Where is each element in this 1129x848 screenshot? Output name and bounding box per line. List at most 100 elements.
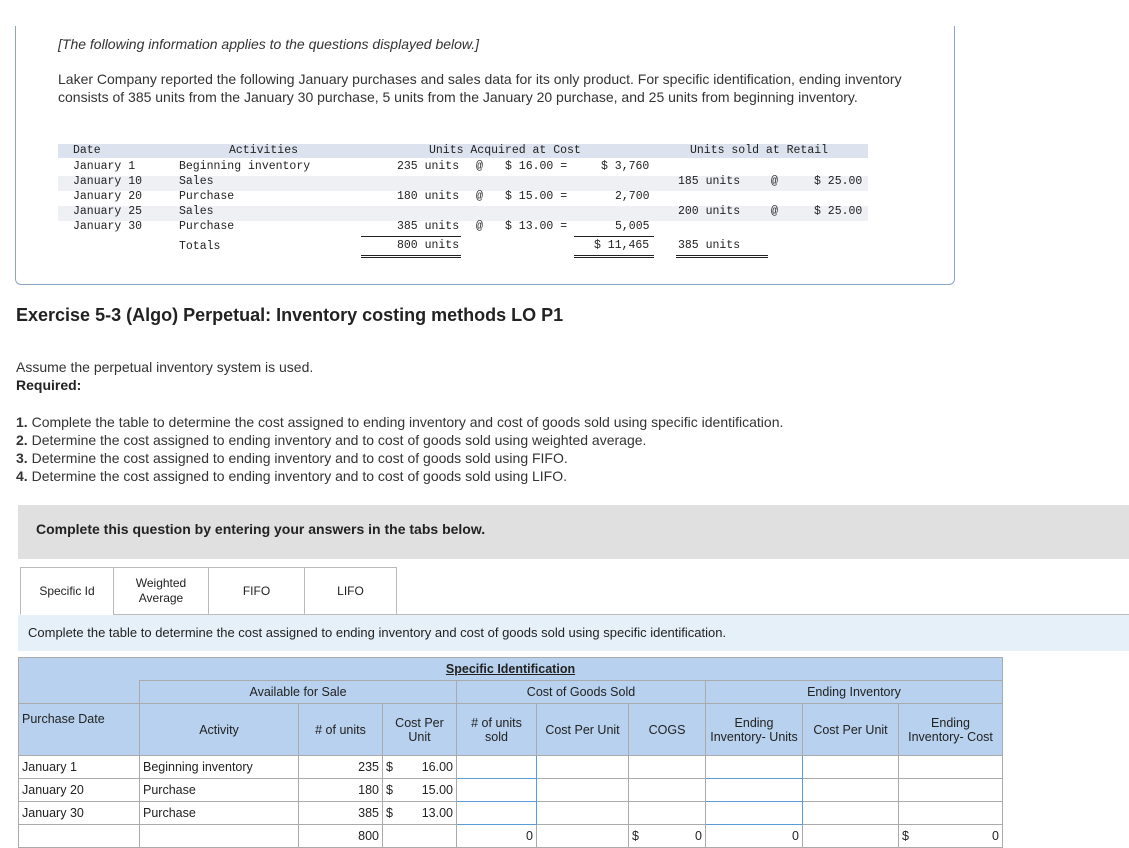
row-at: @ xyxy=(476,160,483,173)
table-row: January 30 Purchase 385 $13.00 xyxy=(18,801,1003,825)
row-sold-units: 200 units xyxy=(678,205,741,218)
col-units-sold: # of units sold xyxy=(456,703,537,756)
col-cogs-cost-per-unit: Cost Per Unit xyxy=(536,703,629,756)
col-purchase-date: Purchase Date xyxy=(18,703,140,756)
row-date: January 25 xyxy=(73,205,143,218)
assume-text: Assume the perpetual inventory system is… xyxy=(16,359,314,375)
table-row: January 20 Purchase 180 $15.00 xyxy=(18,778,1003,802)
totals-units: 800 units xyxy=(397,239,460,252)
ending-units-input[interactable] xyxy=(705,755,803,779)
row-activity: Purchase xyxy=(179,220,235,233)
col-ending-cost-per-unit: Cost Per Unit xyxy=(802,703,899,756)
row-activity: Beginning inventory xyxy=(179,160,311,173)
ending-cost-per-unit-cell xyxy=(802,801,899,825)
row-units: 235 xyxy=(298,755,383,779)
group-available-for-sale: Available for Sale xyxy=(139,680,457,704)
requirement-item: 2. Determine the cost assigned to ending… xyxy=(16,432,647,448)
total-units: 800 xyxy=(298,824,383,848)
ending-cost-per-unit-cell xyxy=(802,778,899,802)
row-purchase-date: January 20 xyxy=(18,778,140,802)
row-at: @ xyxy=(476,190,483,203)
totals-label: Totals xyxy=(179,240,221,253)
row-sold-at: @ xyxy=(771,205,778,218)
ending-cost-cell xyxy=(898,778,1003,802)
info-note: [The following information applies to th… xyxy=(58,36,480,52)
tab-lifo[interactable]: LIFO xyxy=(304,567,397,615)
row-cost: $ 15.00 = xyxy=(505,190,568,203)
col-activity: Activity xyxy=(139,703,299,756)
row-cost: $ 16.00 = xyxy=(505,160,568,173)
row-date: January 10 xyxy=(73,175,143,188)
row-activity: Sales xyxy=(179,175,214,188)
cogs-cell xyxy=(628,778,706,802)
row-total: $ 3,760 xyxy=(601,160,650,173)
row-units: 385 units xyxy=(397,220,460,233)
ending-units-input[interactable] xyxy=(705,801,803,825)
row-date: January 1 xyxy=(73,160,136,173)
total-ending-cost: $0 xyxy=(898,824,1003,848)
ending-cost-per-unit-cell xyxy=(802,755,899,779)
row-activity: Purchase xyxy=(139,778,299,802)
row-units: 180 units xyxy=(397,190,460,203)
row-date: January 30 xyxy=(73,220,143,233)
information-panel: [The following information applies to th… xyxy=(15,26,955,285)
row-cost-per-unit: $13.00 xyxy=(382,801,457,825)
col-cost-per-unit: Cost Per Unit xyxy=(382,703,457,756)
row-activity: Purchase xyxy=(139,801,299,825)
cogs-cell xyxy=(628,755,706,779)
total-units-sold: 0 xyxy=(456,824,537,848)
group-cost-of-goods-sold: Cost of Goods Sold xyxy=(456,680,706,704)
row-total: 2,700 xyxy=(615,190,650,203)
ending-cost-cell xyxy=(898,801,1003,825)
required-label: Required: xyxy=(16,377,82,393)
requirements-list: 1. Complete the table to determine the c… xyxy=(16,413,783,485)
row-activity: Sales xyxy=(179,205,214,218)
totals-cost: $ 11,465 xyxy=(594,239,650,252)
row-activity: Beginning inventory xyxy=(139,755,299,779)
grid-title: Specific Identification xyxy=(18,657,1003,681)
row-units: 180 xyxy=(298,778,383,802)
ending-cost-cell xyxy=(898,755,1003,779)
requirement-item: 1. Complete the table to determine the c… xyxy=(16,414,784,430)
units-sold-input[interactable] xyxy=(456,755,537,779)
row-cost: $ 13.00 = xyxy=(505,220,568,233)
row-retail: $ 25.00 xyxy=(814,175,863,188)
requirement-item: 3. Determine the cost assigned to ending… xyxy=(16,450,568,466)
col-ending-cost: Ending Inventory- Cost xyxy=(898,703,1003,756)
row-cost-per-unit: $15.00 xyxy=(382,778,457,802)
row-date: January 20 xyxy=(73,190,143,203)
info-intro: Laker Company reported the following Jan… xyxy=(58,71,902,105)
row-purchase-date: January 30 xyxy=(18,801,140,825)
col-cogs: COGS xyxy=(628,703,706,756)
row-units: 235 units xyxy=(397,160,460,173)
totals-row: 800 0 $0 0 $0 xyxy=(18,824,1003,848)
cogs-cost-per-unit-cell xyxy=(536,801,629,825)
total-ending-units: 0 xyxy=(705,824,803,848)
row-cost-per-unit: $16.00 xyxy=(382,755,457,779)
col-ending-units: Ending Inventory- Units xyxy=(705,703,803,756)
totals-sold: 385 units xyxy=(678,239,741,252)
cogs-cost-per-unit-cell xyxy=(536,755,629,779)
tab-fifo[interactable]: FIFO xyxy=(208,567,305,615)
complete-bar-text: Complete this question by entering your … xyxy=(36,521,486,537)
hdr-acquired: Units Acquired at Cost xyxy=(429,144,581,157)
units-sold-input[interactable] xyxy=(456,801,537,825)
exercise-title: Exercise 5-3 (Algo) Perpetual: Inventory… xyxy=(16,305,564,325)
requirement-item: 4. Determine the cost assigned to ending… xyxy=(16,468,568,484)
row-total: 5,005 xyxy=(615,220,650,233)
total-cogs: $0 xyxy=(628,824,706,848)
tab-specific-id[interactable]: Specific Id xyxy=(20,567,114,615)
row-activity: Purchase xyxy=(179,190,235,203)
specific-identification-table: Specific Identification Available for Sa… xyxy=(18,657,1003,848)
hdr-sold: Units sold at Retail xyxy=(690,144,829,157)
row-at: @ xyxy=(476,220,483,233)
group-ending-inventory: Ending Inventory xyxy=(705,680,1003,704)
cogs-cost-per-unit-cell xyxy=(536,778,629,802)
hdr-activities: Activities xyxy=(229,144,299,157)
cogs-cell xyxy=(628,801,706,825)
tab-weighted-average[interactable]: Weighted Average xyxy=(113,567,209,615)
ending-units-input[interactable] xyxy=(705,778,803,802)
table-row: January 1 Beginning inventory 235 $16.00 xyxy=(18,755,1003,779)
units-sold-input[interactable] xyxy=(456,778,537,802)
complete-question-bar: Complete this question by entering your … xyxy=(18,505,1129,559)
